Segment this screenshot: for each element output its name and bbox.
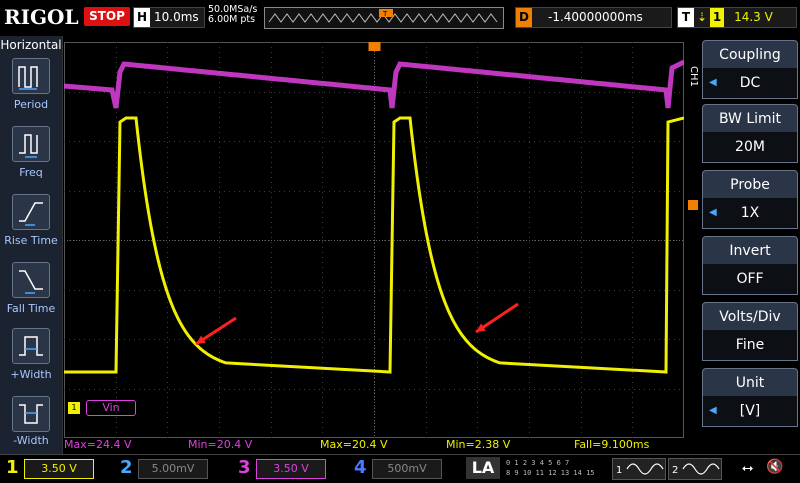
frequency-icon: [19, 134, 38, 158]
measurement-item: Max=24.4 V: [64, 438, 132, 451]
waveform-label-vin[interactable]: Vin: [86, 400, 136, 416]
channel-tag: CH1: [688, 66, 699, 87]
svg-text:1: 1: [616, 465, 622, 476]
period-label: Period: [13, 98, 49, 111]
trigger-key: T: [678, 8, 694, 27]
digital-channels-indicator[interactable]: 0 1 2 3 4 5 6 7 8 9 10 11 12 13 14 15: [506, 458, 606, 478]
digital-bits-row: 8 9 10 11 12 13 14 15: [506, 469, 595, 477]
rise-time-icon: [19, 202, 43, 226]
trigger-edge-icon: ⇣: [697, 10, 708, 24]
horizontal-key: H: [134, 8, 150, 27]
invert-value: OFF: [736, 271, 764, 287]
memory-depth: 6.00M pts: [208, 14, 256, 25]
unit-title: Unit: [702, 368, 798, 397]
positive-width-icon: [19, 336, 43, 356]
positive-width-label: +Width: [10, 368, 52, 381]
waveform-grid: [63, 41, 686, 438]
probe-button[interactable]: ◀ 1X: [702, 198, 798, 229]
usb-icon: ⭤: [742, 460, 754, 476]
bw-limit-title: BW Limit: [702, 104, 798, 133]
top-status-bar: RIGOL STOP H 10.0ms 50.0MSa/s 6.00M pts T…: [0, 0, 800, 34]
volts-div-title: Volts/Div: [702, 302, 798, 331]
trigger-level: 14.3 V: [734, 10, 773, 24]
brand-logo: RIGOL: [4, 5, 79, 29]
probe-title: Probe: [702, 170, 798, 199]
arrow-left-icon: ◀: [709, 405, 717, 416]
trigger-level-marker-icon[interactable]: [688, 200, 698, 210]
trigger-display[interactable]: T ⇣ 1 14.3 V: [677, 7, 797, 28]
trigger-time-marker-icon: [368, 41, 381, 51]
digital-bits-row: 0 1 2 3 4 5 6 7: [506, 459, 570, 467]
measurement-item: Min=2.38 V: [446, 438, 511, 451]
measurement-bar: Max=24.4 V Min=20.4 V Max=20.4 V Min=2.3…: [64, 438, 684, 452]
invert-title: Invert: [702, 236, 798, 265]
ch4-number[interactable]: 4: [354, 457, 367, 478]
logic-analyzer-button[interactable]: LA: [466, 457, 500, 479]
generator-1-button[interactable]: 1: [612, 458, 666, 480]
ch1-scale[interactable]: 3.50 V: [24, 459, 94, 479]
svg-text:2: 2: [672, 465, 678, 476]
positive-width-button[interactable]: [12, 328, 50, 364]
speaker-mute-icon[interactable]: 🔇: [766, 459, 783, 475]
measurement-item: Max=20.4 V: [320, 438, 388, 451]
negative-width-icon: [19, 404, 43, 424]
bw-limit-value: 20M: [735, 139, 765, 155]
unit-button[interactable]: ◀ [V]: [702, 396, 798, 427]
left-menu-title: Horizontal: [0, 38, 62, 52]
rise-time-label: Rise Time: [4, 234, 58, 247]
sine-wave-icon: 2: [672, 463, 720, 476]
timebase-value: 10.0ms: [154, 10, 199, 24]
coupling-button[interactable]: ◀ DC: [702, 68, 798, 99]
unit-value: [V]: [739, 403, 761, 419]
rise-time-button[interactable]: [12, 194, 50, 230]
memory-overview-wave: T: [268, 9, 498, 23]
invert-button[interactable]: OFF: [702, 264, 798, 295]
freq-button[interactable]: [12, 126, 50, 162]
sine-wave-icon: 1: [616, 463, 664, 476]
measurement-item: Min=20.4 V: [188, 438, 253, 451]
fall-time-icon: [19, 270, 43, 294]
waveform-display[interactable]: [63, 41, 686, 438]
fall-time-button[interactable]: [12, 262, 50, 298]
ch2-number[interactable]: 2: [120, 457, 133, 478]
memory-overview-strip[interactable]: T: [264, 7, 504, 29]
negative-width-button[interactable]: [12, 396, 50, 432]
ch1-ground-marker-icon: 1: [68, 402, 80, 414]
delay-key: D: [516, 8, 532, 27]
ch2-scale[interactable]: 5.00mV: [138, 459, 208, 479]
ch1-number[interactable]: 1: [6, 457, 19, 478]
freq-label: Freq: [19, 166, 43, 179]
timebase-display[interactable]: H 10.0ms: [133, 7, 205, 28]
acquisition-info: 50.0MSa/s 6.00M pts: [208, 5, 257, 25]
coupling-title: Coupling: [702, 40, 798, 69]
ch3-number[interactable]: 3: [238, 457, 251, 478]
bw-limit-button[interactable]: 20M: [702, 132, 798, 163]
measurement-item: Fall=9.100ms: [574, 438, 650, 451]
delay-display[interactable]: D -1.40000000ms: [515, 7, 672, 28]
period-icon: [18, 66, 38, 90]
svg-text:T: T: [382, 10, 388, 18]
negative-width-label: -Width: [13, 434, 49, 447]
ch4-scale[interactable]: 500mV: [372, 459, 442, 479]
period-button[interactable]: [12, 58, 50, 94]
delay-value: -1.40000000ms: [548, 10, 643, 24]
volts-div-value: Fine: [735, 337, 765, 353]
coupling-value: DC: [739, 75, 761, 91]
volts-div-button[interactable]: Fine: [702, 330, 798, 361]
generator-2-button[interactable]: 2: [668, 458, 722, 480]
run-stop-status[interactable]: STOP: [84, 7, 130, 26]
trigger-source: 1: [710, 8, 725, 27]
channel-status-bar: 1 3.50 V 2 5.00mV 3 3.50 V 4 500mV LA 0 …: [0, 454, 800, 481]
arrow-left-icon: ◀: [709, 207, 717, 218]
arrow-left-icon: ◀: [709, 77, 717, 88]
probe-value: 1X: [740, 205, 760, 221]
fall-time-label: Fall Time: [6, 302, 56, 315]
ch3-scale[interactable]: 3.50 V: [256, 459, 326, 479]
